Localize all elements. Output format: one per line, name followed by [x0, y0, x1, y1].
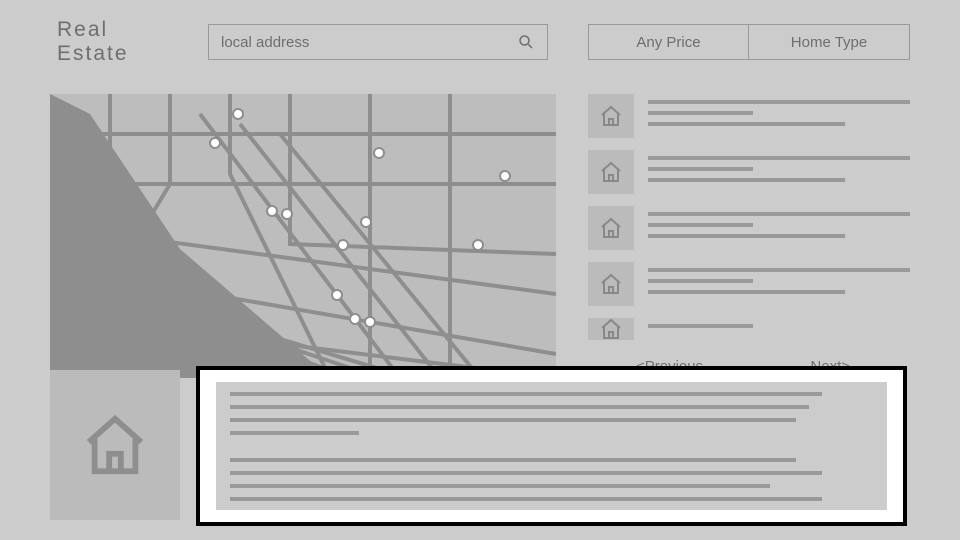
listing-line: [648, 290, 845, 294]
detail-line: [230, 431, 359, 435]
search-input[interactable]: [221, 34, 517, 51]
search-input-wrap[interactable]: [208, 24, 548, 60]
results-list: <Previous Next>: [588, 94, 910, 378]
listing-thumb: [588, 206, 634, 250]
detail-line: [230, 458, 796, 462]
listing-thumb: [588, 94, 634, 138]
listing-line: [648, 167, 753, 171]
listing-line: [648, 156, 910, 160]
listing-line: [648, 223, 753, 227]
listing-thumb: [588, 150, 634, 194]
listing-line: [648, 324, 753, 328]
listing-line: [648, 212, 910, 216]
listing-line: [648, 100, 910, 104]
listing-line: [648, 178, 845, 182]
listing-line: [648, 122, 845, 126]
map-view[interactable]: [50, 94, 556, 378]
list-item[interactable]: [588, 150, 910, 194]
listing-line: [648, 268, 910, 272]
list-item[interactable]: [588, 94, 910, 138]
detail-line: [230, 471, 822, 475]
listing-thumb: [588, 262, 634, 306]
listing-line: [648, 234, 845, 238]
detail-thumb: [50, 370, 180, 520]
detail-line: [230, 405, 809, 409]
detail-line: [230, 418, 796, 422]
listing-line: [648, 111, 753, 115]
listing-thumb: [588, 318, 634, 340]
detail-panel[interactable]: [196, 366, 907, 526]
search-icon[interactable]: [517, 33, 535, 51]
list-item[interactable]: [588, 318, 910, 340]
listing-line: [648, 279, 753, 283]
home-type-filter-button[interactable]: Home Type: [749, 24, 910, 60]
list-item[interactable]: [588, 206, 910, 250]
detail-line: [230, 484, 770, 488]
detail-line: [230, 392, 822, 396]
app-title: Real Estate: [57, 18, 168, 66]
list-item[interactable]: [588, 262, 910, 306]
price-filter-button[interactable]: Any Price: [588, 24, 749, 60]
detail-line: [230, 497, 822, 501]
